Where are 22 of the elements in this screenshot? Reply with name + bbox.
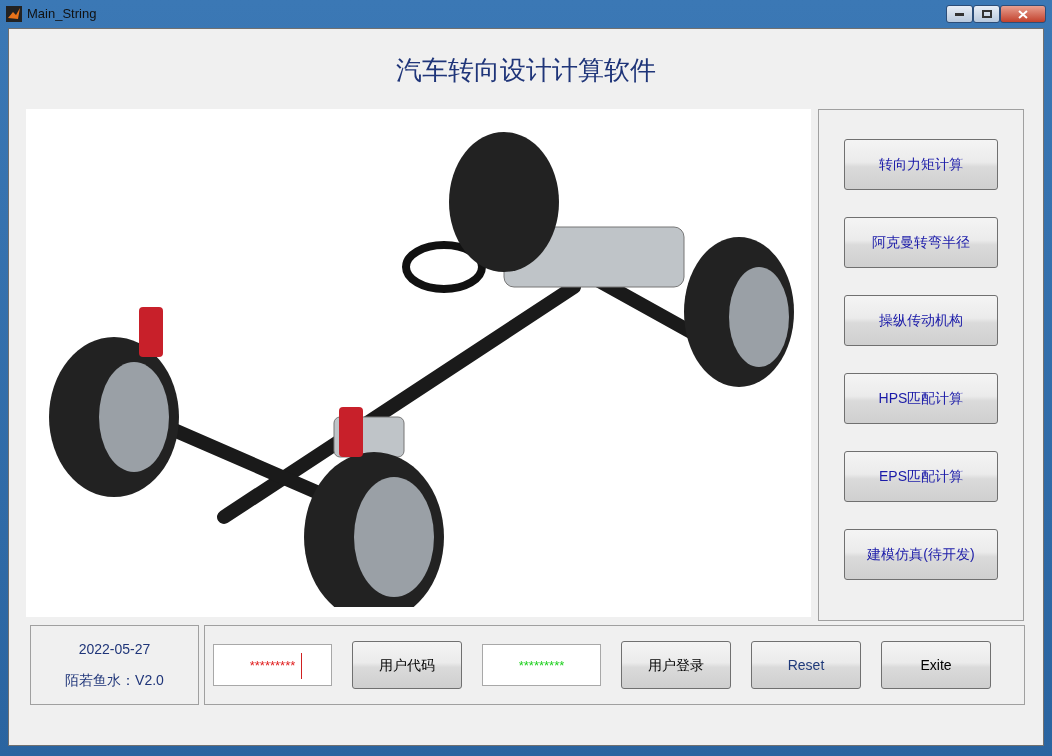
app-heading: 汽车转向设计计算软件 bbox=[396, 55, 656, 85]
action-button[interactable]: 用户代码 bbox=[352, 641, 462, 689]
version-label: 陌若鱼水：V2.0 bbox=[65, 671, 164, 690]
action-button[interactable]: Exite bbox=[881, 641, 991, 689]
function-button[interactable]: 阿克曼转弯半径 bbox=[844, 217, 998, 268]
window-title: Main_String bbox=[27, 5, 97, 24]
action-button[interactable]: 用户登录 bbox=[621, 641, 731, 689]
action-button[interactable]: Reset bbox=[751, 641, 861, 689]
maximize-button[interactable] bbox=[973, 5, 1000, 23]
function-button[interactable]: 操纵传动机构 bbox=[844, 295, 998, 346]
password-field[interactable]: ********* bbox=[213, 644, 332, 686]
minimize-icon bbox=[955, 12, 964, 16]
date-label: 2022-05-27 bbox=[78, 640, 151, 659]
close-button[interactable] bbox=[1000, 5, 1046, 23]
function-button[interactable]: 转向力矩计算 bbox=[844, 139, 998, 190]
function-button[interactable]: EPS匹配计算 bbox=[844, 451, 998, 502]
function-button[interactable]: HPS匹配计算 bbox=[844, 373, 998, 424]
maximize-icon bbox=[981, 10, 992, 18]
close-icon bbox=[1018, 9, 1028, 19]
app-icon bbox=[6, 6, 22, 22]
function-button[interactable]: 建模仿真(待开发) bbox=[844, 529, 998, 580]
minimize-button[interactable] bbox=[946, 5, 973, 23]
